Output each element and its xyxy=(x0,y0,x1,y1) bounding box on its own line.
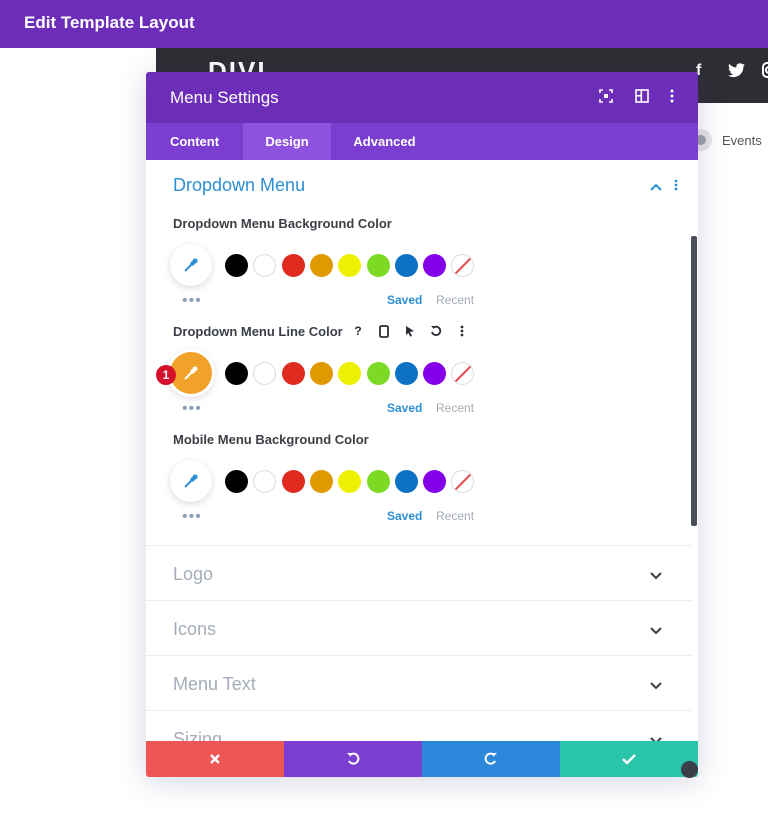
color-swatch[interactable] xyxy=(309,470,333,493)
divider xyxy=(146,710,692,711)
more-icon[interactable] xyxy=(453,322,471,340)
instagram-icon[interactable] xyxy=(762,62,768,83)
color-swatch[interactable] xyxy=(309,254,333,277)
site-nav-item[interactable]: Events xyxy=(690,118,762,162)
color-swatch[interactable] xyxy=(338,362,362,385)
color-swatch[interactable] xyxy=(281,362,305,385)
color-swatch[interactable] xyxy=(253,362,277,385)
help-icon[interactable]: ? xyxy=(349,322,367,340)
eyedropper-icon xyxy=(184,366,198,380)
divider xyxy=(146,655,692,656)
modal-footer xyxy=(146,741,698,777)
color-picker-button-active[interactable] xyxy=(170,352,212,394)
section-title-icons[interactable]: Icons xyxy=(173,619,216,640)
color-swatch[interactable] xyxy=(253,470,277,493)
divider xyxy=(146,545,692,546)
reset-icon[interactable] xyxy=(427,322,445,340)
modal-header: Menu Settings xyxy=(146,72,698,123)
cursor-icon[interactable] xyxy=(401,322,419,340)
color-picker-button[interactable] xyxy=(170,460,212,502)
color-swatch[interactable] xyxy=(338,470,362,493)
color-swatch[interactable] xyxy=(394,254,418,277)
eyedropper-icon xyxy=(184,474,198,488)
color-swatch[interactable] xyxy=(394,470,418,493)
recent-tab[interactable]: Recent xyxy=(436,509,474,523)
swatch-row xyxy=(225,470,485,494)
redo-button[interactable] xyxy=(422,741,560,777)
saved-tab[interactable]: Saved xyxy=(387,293,422,307)
eyedropper-icon xyxy=(184,258,198,272)
color-swatch[interactable] xyxy=(366,362,390,385)
swatch-row xyxy=(225,254,485,278)
top-bar: Edit Template Layout xyxy=(0,0,768,48)
swatch-transparent[interactable] xyxy=(451,362,475,385)
color-swatch[interactable] xyxy=(225,470,248,493)
saved-tab[interactable]: Saved xyxy=(387,509,422,523)
color-swatch[interactable] xyxy=(423,362,447,385)
more-dots-icon[interactable]: ••• xyxy=(182,293,202,309)
recent-tab[interactable]: Recent xyxy=(436,293,474,307)
color-swatch[interactable] xyxy=(281,470,305,493)
color-swatch[interactable] xyxy=(225,254,248,277)
twitter-icon[interactable] xyxy=(728,63,745,82)
fullscreen-icon[interactable] xyxy=(598,89,614,105)
swatch-transparent[interactable] xyxy=(451,254,475,277)
tab-design[interactable]: Design xyxy=(243,123,331,160)
resize-handle-icon[interactable] xyxy=(681,761,698,778)
color-picker-button[interactable] xyxy=(170,244,212,286)
more-dots-icon[interactable]: ••• xyxy=(182,509,202,525)
section-title-logo[interactable]: Logo xyxy=(173,564,213,585)
section-title-dropdown-menu[interactable]: Dropdown Menu xyxy=(173,175,305,196)
chevron-down-icon[interactable] xyxy=(650,568,664,582)
check-icon xyxy=(622,754,636,765)
color-swatch[interactable] xyxy=(309,362,333,385)
swatch-transparent[interactable] xyxy=(451,470,475,493)
step-badge: 1 xyxy=(156,365,176,385)
color-swatch[interactable] xyxy=(366,470,390,493)
tab-content[interactable]: Content xyxy=(146,123,243,160)
color-swatch[interactable] xyxy=(253,254,277,277)
close-icon xyxy=(210,754,220,764)
tab-bar: Content Design Advanced xyxy=(146,123,698,160)
color-swatch[interactable] xyxy=(423,470,447,493)
split-view-icon[interactable] xyxy=(634,89,650,105)
mobile-icon[interactable] xyxy=(375,322,393,340)
field-label-mobile-bg: Mobile Menu Background Color xyxy=(173,432,369,447)
color-swatch[interactable] xyxy=(338,254,362,277)
divider xyxy=(146,600,692,601)
chevron-up-icon[interactable] xyxy=(650,179,662,197)
color-swatch[interactable] xyxy=(366,254,390,277)
menu-settings-modal: Menu Settings Content Design Advanced Dr… xyxy=(146,72,698,777)
modal-title: Menu Settings xyxy=(170,88,279,107)
chevron-down-icon[interactable] xyxy=(650,623,664,637)
undo-button[interactable] xyxy=(284,741,422,777)
color-swatch[interactable] xyxy=(394,362,418,385)
color-swatch[interactable] xyxy=(281,254,305,277)
color-swatch[interactable] xyxy=(225,362,248,385)
page-title: Edit Template Layout xyxy=(24,13,195,32)
more-dots-icon[interactable]: ••• xyxy=(182,401,202,417)
tab-advanced[interactable]: Advanced xyxy=(331,123,438,160)
more-options-icon[interactable] xyxy=(664,89,680,105)
field-label-dropdown-bg: Dropdown Menu Background Color xyxy=(173,216,392,231)
section-title-menu-text[interactable]: Menu Text xyxy=(173,674,256,695)
saved-tab[interactable]: Saved xyxy=(387,401,422,415)
scrollbar[interactable] xyxy=(691,236,697,526)
save-button[interactable] xyxy=(560,741,698,777)
field-label-line-color: Dropdown Menu Line Color xyxy=(173,324,343,339)
chevron-down-icon[interactable] xyxy=(650,678,664,692)
nav-item-label: Events xyxy=(722,132,762,148)
color-swatch[interactable] xyxy=(423,254,447,277)
cancel-button[interactable] xyxy=(146,741,284,777)
swatch-row xyxy=(225,362,485,386)
section-more-icon[interactable] xyxy=(674,178,678,196)
recent-tab[interactable]: Recent xyxy=(436,401,474,415)
redo-icon xyxy=(484,752,497,765)
undo-icon xyxy=(347,752,360,765)
